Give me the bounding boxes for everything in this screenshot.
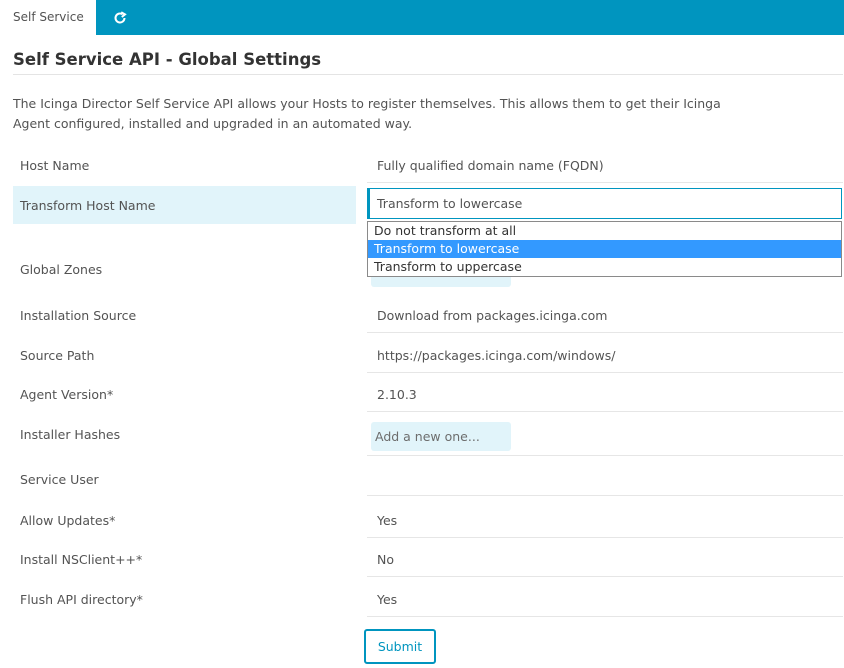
row-divider	[367, 537, 843, 538]
service-user-value[interactable]	[377, 462, 843, 496]
row-divider	[367, 182, 843, 183]
transform-host-name-select[interactable]: Transform to lowercase	[367, 188, 842, 219]
source-path-value[interactable]: https://packages.icinga.com/windows/	[377, 337, 843, 373]
row-service-user: Service User	[13, 462, 843, 496]
row-install-nsclient: Install NSClient++* No	[13, 541, 843, 577]
installation-source-label: Installation Source	[20, 307, 137, 323]
submit-button[interactable]: Submit	[364, 629, 436, 664]
row-flush-api-directory: Flush API directory* Yes	[13, 581, 843, 617]
row-source-path: Source Path https://packages.icinga.com/…	[13, 337, 843, 373]
row-divider	[367, 616, 843, 617]
tab-self-service[interactable]: Self Service	[0, 0, 96, 35]
transform-host-name-dropdown: Do not transform at all Transform to low…	[367, 221, 842, 277]
allow-updates-value[interactable]: Yes	[377, 502, 843, 538]
row-divider	[367, 455, 843, 456]
host-name-label: Host Name	[20, 157, 90, 173]
allow-updates-label: Allow Updates*	[20, 512, 116, 528]
row-divider	[367, 372, 843, 373]
global-zones-label: Global Zones	[20, 261, 103, 277]
row-installation-source: Installation Source Download from packag…	[13, 297, 843, 333]
row-allow-updates: Allow Updates* Yes	[13, 502, 843, 538]
option-lowercase[interactable]: Transform to lowercase	[368, 240, 841, 258]
source-path-label: Source Path	[20, 347, 95, 363]
option-no-transform[interactable]: Do not transform at all	[368, 222, 841, 240]
top-tab-bar: Self Service	[0, 0, 844, 35]
agent-version-value[interactable]: 2.10.3	[377, 376, 843, 412]
option-uppercase[interactable]: Transform to uppercase	[368, 258, 841, 276]
row-divider	[367, 332, 843, 333]
refresh-icon[interactable]	[108, 7, 132, 29]
install-nsclient-value[interactable]: No	[377, 541, 843, 577]
title-divider	[13, 74, 843, 75]
installation-source-value[interactable]: Download from packages.icinga.com	[377, 297, 843, 333]
intro-text: The Icinga Director Self Service API all…	[13, 96, 721, 131]
agent-version-label: Agent Version*	[20, 386, 114, 402]
page-title: Self Service API - Global Settings	[13, 50, 322, 69]
installer-hashes-input[interactable]: Add a new one...	[371, 422, 511, 451]
row-host-name: Host Name Fully qualified domain name (F…	[13, 147, 843, 183]
service-user-label: Service User	[20, 471, 99, 487]
row-agent-version: Agent Version* 2.10.3	[13, 376, 843, 412]
row-divider	[367, 576, 843, 577]
transform-host-name-label: Transform Host Name	[13, 186, 356, 224]
flush-api-directory-label: Flush API directory*	[20, 591, 143, 607]
flush-api-directory-value[interactable]: Yes	[377, 581, 843, 617]
install-nsclient-label: Install NSClient++*	[20, 551, 143, 567]
installer-hashes-label: Installer Hashes	[20, 426, 121, 442]
row-divider	[367, 411, 843, 412]
host-name-value[interactable]: Fully qualified domain name (FQDN)	[377, 147, 843, 183]
row-divider	[367, 495, 843, 496]
